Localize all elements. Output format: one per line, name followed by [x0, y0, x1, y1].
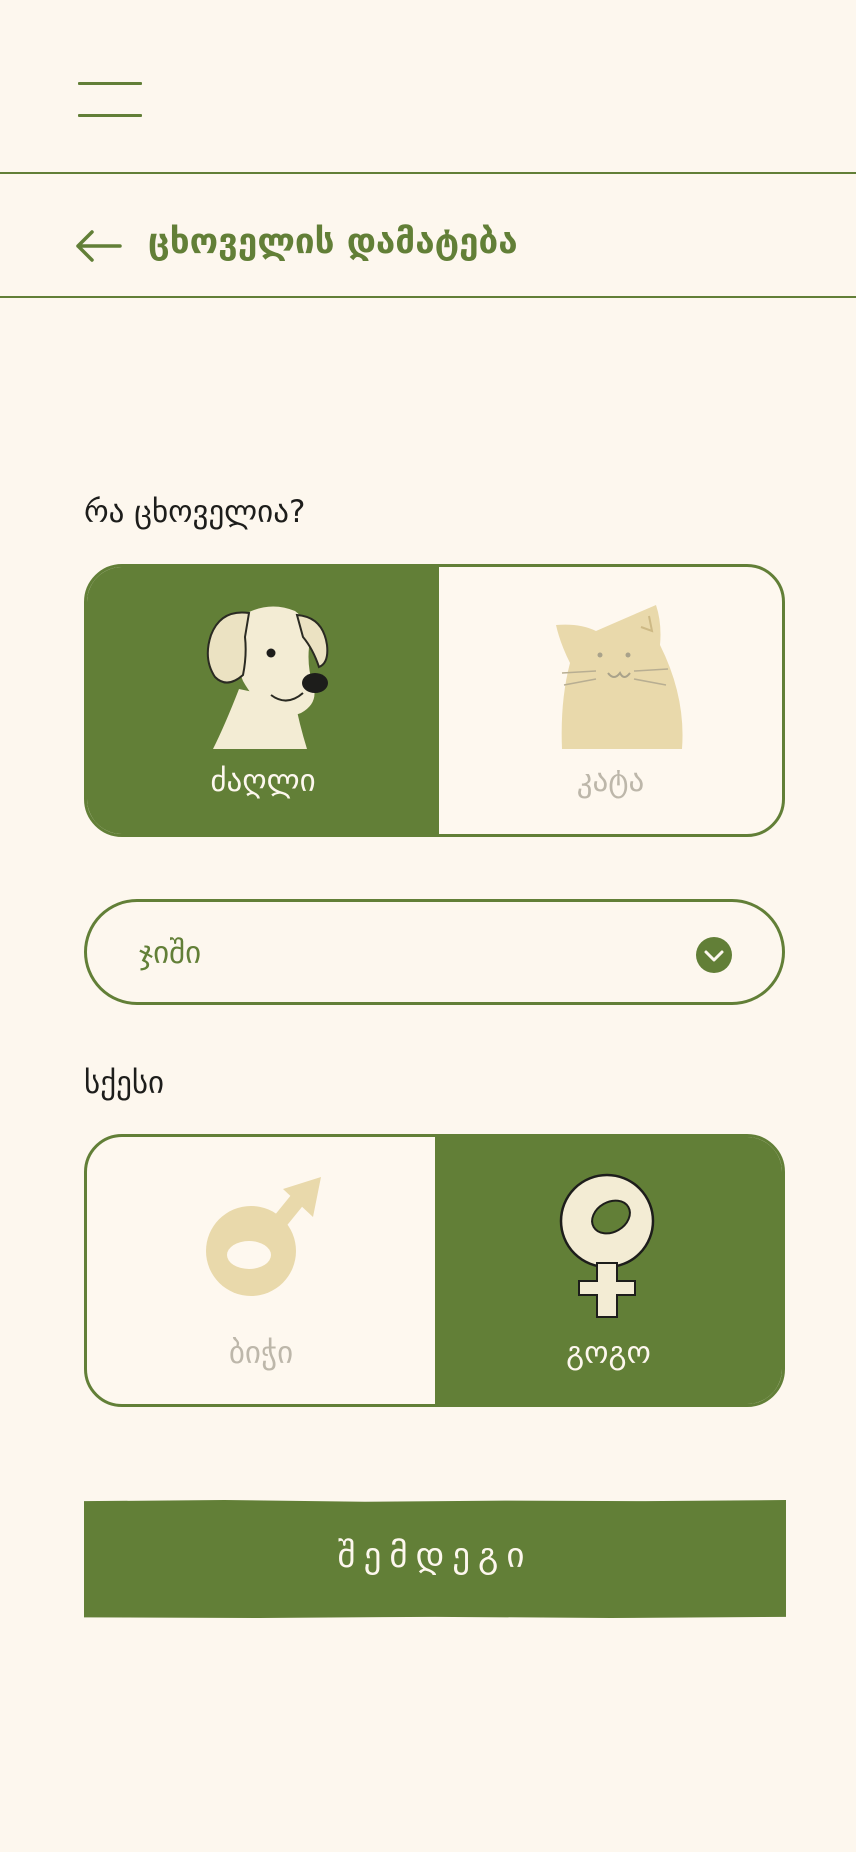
female-symbol-icon	[559, 1173, 654, 1318]
page-title: ცხოველის დამატება	[148, 222, 518, 262]
male-symbol-icon	[206, 1177, 321, 1296]
menu-line-top	[78, 82, 142, 85]
dog-icon	[206, 606, 329, 749]
option-cat-label: კატა	[576, 763, 645, 799]
back-button[interactable]	[74, 226, 122, 266]
arrow-left-icon	[76, 230, 122, 262]
animal-type-toggle: ძაღლი კატა	[84, 564, 785, 837]
option-cat[interactable]: კატა	[439, 567, 782, 834]
header-divider-top	[0, 172, 856, 174]
option-male[interactable]: ბიჭი	[87, 1137, 435, 1404]
option-dog[interactable]: ძაღლი	[87, 567, 439, 834]
sex-toggle: ბიჭი გოგო	[84, 1134, 785, 1407]
next-button[interactable]: შემდეგი	[84, 1500, 786, 1618]
animal-question-label: რა ცხოველია?	[84, 494, 306, 530]
hamburger-menu-button[interactable]	[78, 82, 142, 120]
option-dog-label: ძაღლი	[210, 763, 316, 799]
sex-question-label: სქესი	[84, 1065, 165, 1101]
option-female[interactable]: გოგო	[435, 1137, 782, 1404]
option-female-label: გოგო	[566, 1335, 651, 1371]
menu-line-bottom	[78, 114, 142, 117]
header-divider-bottom	[0, 296, 856, 298]
breed-select[interactable]: ჯიში	[84, 899, 785, 1005]
cat-icon	[555, 605, 683, 749]
next-button-label: შემდეგი	[337, 1536, 533, 1576]
option-male-label: ბიჭი	[228, 1335, 294, 1371]
chevron-down-icon	[696, 937, 732, 973]
breed-select-value: ჯიში	[139, 935, 202, 971]
